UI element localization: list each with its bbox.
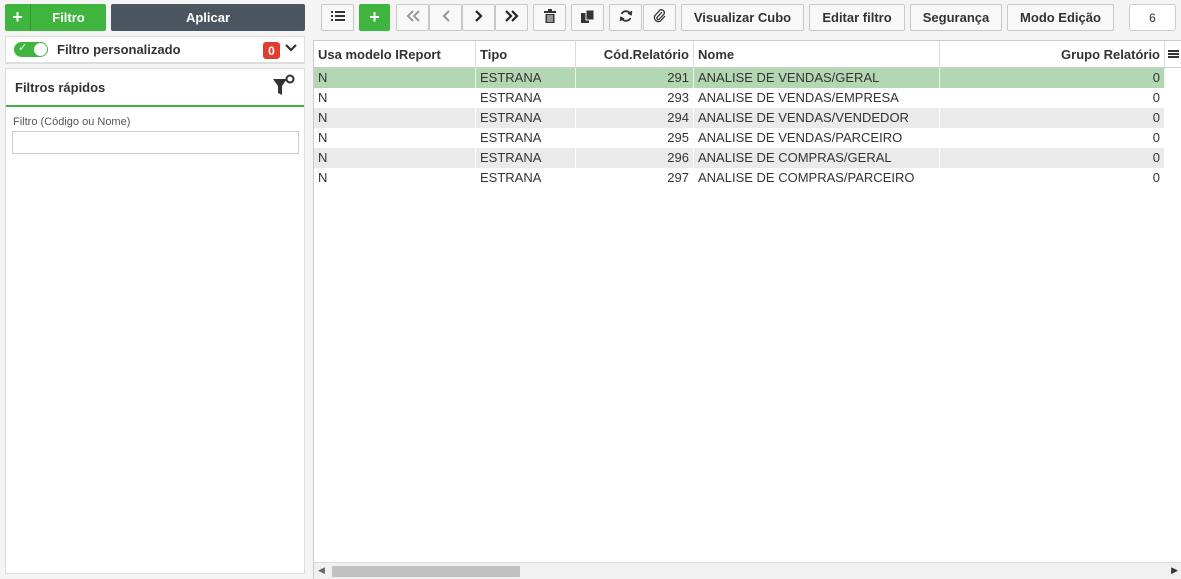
quick-filters-title: Filtros rápidos (15, 79, 106, 95)
column-header-nome[interactable]: Nome (694, 41, 940, 68)
filter-field-label: Filtro (Código ou Nome) (13, 116, 131, 128)
chevron-left-icon (441, 10, 451, 25)
cell-grupo-relatorio: 0 (940, 148, 1165, 168)
cell-cod-relatorio: 295 (576, 128, 694, 148)
first-record-button[interactable] (396, 4, 429, 31)
scroll-right-icon[interactable]: ▶ (1171, 565, 1178, 576)
list-view-button[interactable] (321, 4, 354, 31)
next-record-button[interactable] (462, 4, 495, 31)
custom-filter-count-badge: 0 (263, 42, 280, 59)
cell-grupo-relatorio: 0 (940, 68, 1165, 88)
plus-icon: + (5, 4, 31, 31)
cell-grupo-relatorio: 0 (940, 108, 1165, 128)
cell-nome: ANALISE DE COMPRAS/GERAL (694, 148, 940, 168)
scroll-left-icon[interactable]: ◀ (318, 565, 325, 576)
custom-filter-row: ✓ Filtro personalizado 0 (5, 36, 305, 64)
chevron-down-icon[interactable] (284, 41, 298, 58)
refresh-icon (619, 9, 633, 26)
table-row[interactable]: N ESTRANA 296 ANALISE DE COMPRAS/GERAL 0 (314, 148, 1165, 168)
add-record-button[interactable]: + (359, 4, 390, 31)
cell-usa-modelo: N (314, 68, 476, 88)
cell-tipo: ESTRANA (476, 148, 576, 168)
toggle-knob (34, 43, 47, 56)
add-filter-label: Filtro (52, 10, 85, 25)
seguranca-button[interactable]: Segurança (910, 4, 1002, 31)
trash-icon (543, 9, 556, 26)
quick-filters-header: Filtros rápidos (6, 69, 304, 107)
cell-usa-modelo: N (314, 88, 476, 108)
column-header-cod-relatorio[interactable]: Cód.Relatório (576, 41, 694, 68)
cell-cod-relatorio: 297 (576, 168, 694, 188)
cell-nome: ANALISE DE VENDAS/EMPRESA (694, 88, 940, 108)
table-row[interactable]: N ESTRANA 295 ANALISE DE VENDAS/PARCEIRO… (314, 128, 1165, 148)
table-row[interactable]: N ESTRANA 293 ANALISE DE VENDAS/EMPRESA … (314, 88, 1165, 108)
quick-filters-panel: Filtros rápidos Filtro (Código ou Nome) (5, 68, 305, 574)
cell-nome: ANALISE DE COMPRAS/PARCEIRO (694, 168, 940, 188)
cell-usa-modelo: N (314, 108, 476, 128)
table-row[interactable]: N ESTRANA 291 ANALISE DE VENDAS/GERAL 0 (314, 68, 1165, 88)
check-icon: ✓ (18, 42, 28, 54)
horizontal-scrollbar[interactable]: ◀ ▶ (314, 562, 1181, 579)
table-row[interactable]: N ESTRANA 297 ANALISE DE COMPRAS/PARCEIR… (314, 168, 1165, 188)
column-header-usa-modelo[interactable]: Usa modelo IReport (314, 41, 476, 68)
funnel-settings-icon[interactable] (272, 74, 296, 100)
cell-cod-relatorio: 296 (576, 148, 694, 168)
cell-usa-modelo: N (314, 168, 476, 188)
scrollbar-thumb[interactable] (332, 566, 520, 577)
filter-panel: + Filtro Aplicar ✓ Filtro personalizado … (0, 0, 310, 579)
refresh-button[interactable] (609, 4, 642, 31)
modo-edicao-button[interactable]: Modo Edição (1007, 4, 1114, 31)
last-record-button[interactable] (495, 4, 528, 31)
copy-button[interactable] (571, 4, 604, 31)
cell-grupo-relatorio: 0 (940, 88, 1165, 108)
column-menu-icon[interactable] (1165, 41, 1181, 68)
cell-grupo-relatorio: 0 (940, 168, 1165, 188)
copy-icon (581, 9, 595, 26)
double-chevron-right-icon (504, 10, 519, 25)
add-filter-button[interactable]: + Filtro (5, 4, 106, 31)
delete-button[interactable] (533, 4, 566, 31)
paperclip-icon (653, 9, 667, 26)
table-row[interactable]: N ESTRANA 294 ANALISE DE VENDAS/VENDEDOR… (314, 108, 1165, 128)
plus-icon: + (369, 7, 380, 27)
cell-cod-relatorio: 291 (576, 68, 694, 88)
cell-cod-relatorio: 294 (576, 108, 694, 128)
editar-filtro-button[interactable]: Editar filtro (809, 4, 905, 31)
cell-nome: ANALISE DE VENDAS/VENDEDOR (694, 108, 940, 128)
cell-tipo: ESTRANA (476, 128, 576, 148)
prev-record-button[interactable] (429, 4, 462, 31)
cell-tipo: ESTRANA (476, 88, 576, 108)
custom-filter-label: Filtro personalizado (57, 42, 181, 57)
filter-code-name-input[interactable] (12, 131, 299, 154)
attach-button[interactable] (643, 4, 676, 31)
cell-grupo-relatorio: 0 (940, 128, 1165, 148)
custom-filter-toggle[interactable]: ✓ (14, 42, 48, 57)
apply-button[interactable]: Aplicar (111, 4, 305, 31)
visualizar-cubo-button[interactable]: Visualizar Cubo (681, 4, 804, 31)
cell-tipo: ESTRANA (476, 68, 576, 88)
cell-tipo: ESTRANA (476, 108, 576, 128)
chevron-right-icon (474, 10, 484, 25)
double-chevron-left-icon (406, 10, 420, 25)
cell-tipo: ESTRANA (476, 168, 576, 188)
cell-nome: ANALISE DE VENDAS/PARCEIRO (694, 128, 940, 148)
record-count: 6 (1129, 4, 1176, 31)
reports-grid: Usa modelo IReport Tipo Cód.Relatório No… (313, 40, 1181, 579)
cell-nome: ANALISE DE VENDAS/GERAL (694, 68, 940, 88)
column-header-tipo[interactable]: Tipo (476, 41, 576, 68)
cell-usa-modelo: N (314, 148, 476, 168)
cell-cod-relatorio: 293 (576, 88, 694, 108)
cell-usa-modelo: N (314, 128, 476, 148)
column-header-grupo-relatorio[interactable]: Grupo Relatório (940, 41, 1165, 68)
list-icon (330, 10, 345, 25)
